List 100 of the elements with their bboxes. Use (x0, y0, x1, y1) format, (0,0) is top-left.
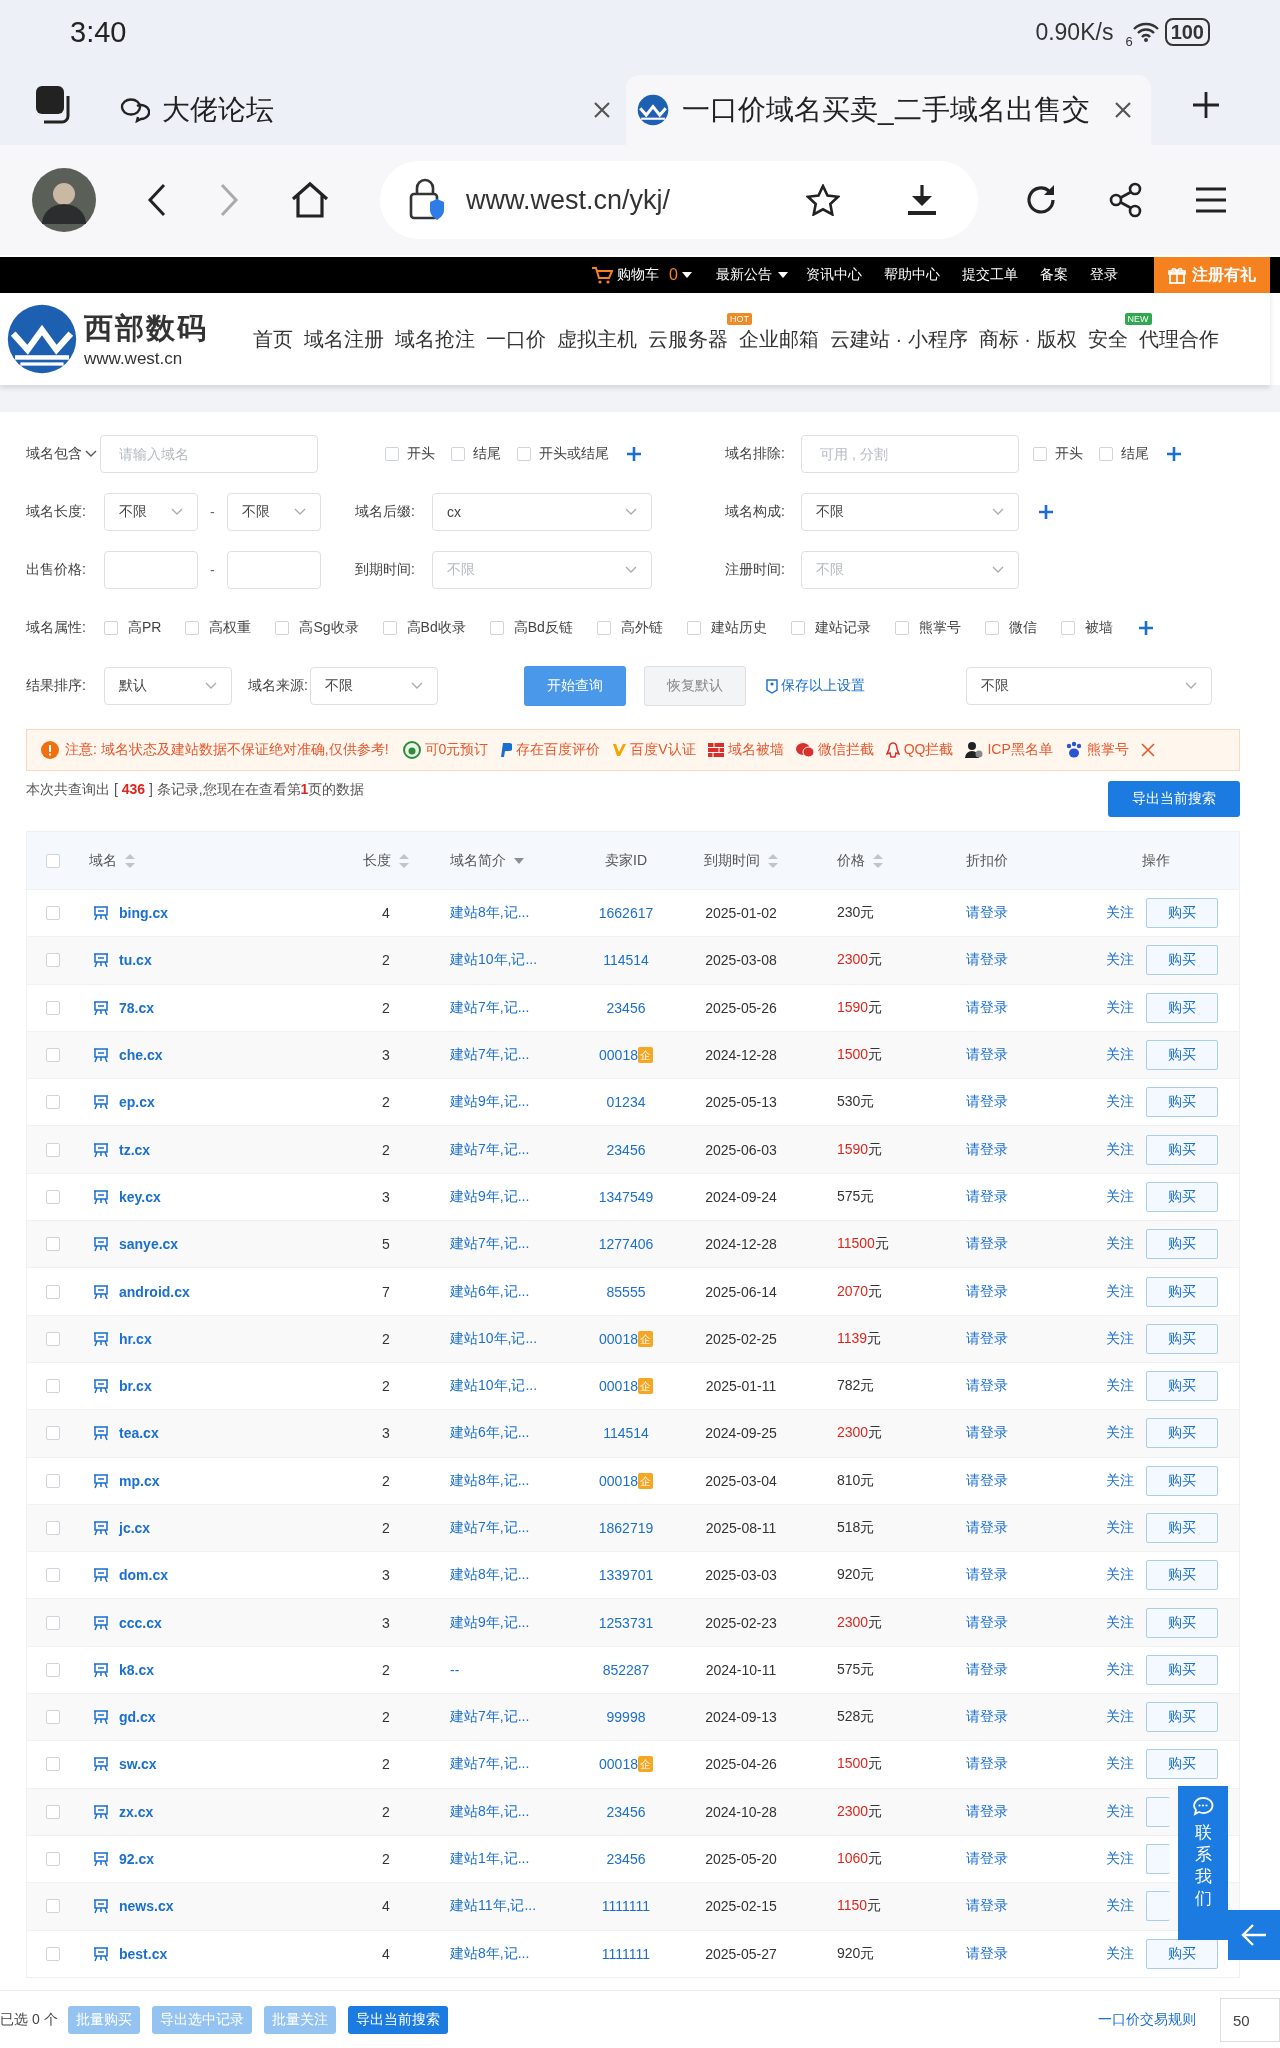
follow-link[interactable]: 关注 (1106, 1424, 1134, 1443)
row-checkbox[interactable] (46, 1048, 60, 1063)
follow-link[interactable]: 关注 (1106, 951, 1134, 970)
login-link[interactable]: 请登录 (966, 1471, 1008, 1490)
rules-link[interactable]: 一口价交易规则 (1098, 2011, 1196, 2029)
buy-button[interactable]: 购买 (1146, 1276, 1218, 1307)
domain-name-link[interactable]: ep.cx (119, 1094, 155, 1111)
follow-link[interactable]: 关注 (1106, 1187, 1134, 1206)
checkbox-option[interactable]: 高Bd收录 (382, 619, 466, 637)
buy-button[interactable]: 购买 (1146, 1938, 1218, 1969)
nav-link[interactable]: 云服务器 (648, 327, 728, 350)
seller-id-link[interactable]: 00018 (599, 1047, 638, 1064)
nav-link[interactable]: 域名抢注 (395, 327, 475, 350)
sort-icon[interactable] (768, 853, 778, 868)
seller-id-link[interactable]: 99998 (606, 1709, 646, 1726)
checkbox-option[interactable]: 开头 (385, 445, 435, 463)
checkbox-option[interactable]: 开头或结尾 (517, 445, 609, 463)
seller-id-link[interactable]: 00018 (599, 1378, 638, 1395)
intro-link[interactable]: 建站7年,记... (450, 1140, 530, 1159)
domain-name-link[interactable]: dom.cx (119, 1567, 168, 1584)
column-header[interactable]: 到期时间 (704, 851, 760, 870)
sort-icon[interactable] (399, 853, 409, 868)
domain-name-link[interactable]: jc.cx (119, 1520, 151, 1536)
intro-link[interactable]: 建站10年,记... (450, 1377, 538, 1396)
intro-link[interactable]: 建站8年,记... (450, 1944, 530, 1963)
follow-link[interactable]: 关注 (1106, 1897, 1134, 1916)
sort-icon[interactable] (125, 853, 135, 868)
intro-link[interactable]: 建站7年,记... (450, 998, 530, 1017)
domain-name-link[interactable]: best.cx (119, 1945, 168, 1962)
intro-link[interactable]: 建站1年,记... (450, 1850, 530, 1869)
follow-link[interactable]: 关注 (1106, 1235, 1134, 1254)
checkbox-option[interactable]: 高Bd反链 (489, 619, 573, 637)
checkbox-option[interactable]: 高权重 (185, 619, 252, 637)
buy-button[interactable] (1146, 1796, 1170, 1827)
back-icon[interactable] (146, 182, 168, 218)
browser-tab[interactable]: 一口价域名买卖_二手域名出售交 (626, 75, 1151, 145)
domain-name-link[interactable]: k8.cx (119, 1661, 155, 1678)
checkbox-option[interactable]: 高Sg收录 (275, 619, 359, 637)
intro-link[interactable]: 建站7年,记... (450, 1235, 530, 1254)
plus-icon[interactable] (1138, 621, 1153, 635)
length-to-select[interactable]: 不限 (226, 493, 321, 531)
login-link[interactable]: 请登录 (966, 1613, 1008, 1632)
login-link[interactable]: 请登录 (966, 951, 1008, 970)
intro-link[interactable]: 建站8年,记... (450, 1802, 530, 1821)
follow-link[interactable]: 关注 (1106, 1944, 1134, 1963)
checkbox-option[interactable]: 建站历史 (686, 619, 767, 637)
follow-link[interactable]: 关注 (1106, 1850, 1134, 1869)
buy-button[interactable]: 购买 (1146, 1134, 1218, 1165)
composition-select[interactable]: 不限 (801, 493, 1019, 531)
seller-id-link[interactable]: 1862719 (598, 1520, 654, 1536)
domain-name-link[interactable]: hr.cx (119, 1330, 152, 1347)
row-checkbox[interactable] (46, 1615, 60, 1630)
domain-name-link[interactable]: sw.cx (119, 1756, 157, 1773)
follow-link[interactable]: 关注 (1106, 1471, 1134, 1490)
domain-name-link[interactable]: tea.cx (119, 1425, 159, 1442)
intro-link[interactable]: 建站7年,记... (450, 1755, 530, 1774)
seller-id-link[interactable]: 1111111 (601, 1945, 651, 1962)
register-button[interactable]: 注册有礼 (1154, 257, 1270, 293)
row-checkbox[interactable] (46, 1095, 60, 1110)
close-icon[interactable] (1140, 743, 1155, 757)
login-link[interactable]: 请登录 (966, 904, 1008, 923)
domain-name-link[interactable]: tz.cx (119, 1141, 151, 1158)
follow-link[interactable]: 关注 (1106, 1140, 1134, 1159)
row-checkbox[interactable] (46, 1710, 60, 1725)
buy-button[interactable]: 购买 (1146, 1371, 1218, 1402)
login-link[interactable]: 请登录 (966, 1566, 1008, 1585)
login-link[interactable]: 请登录 (966, 1140, 1008, 1159)
topbar-link[interactable]: 帮助中心 (884, 266, 940, 284)
seller-id-link[interactable]: 23456 (606, 999, 646, 1016)
intro-link[interactable]: -- (450, 1661, 460, 1678)
follow-link[interactable]: 关注 (1106, 1802, 1134, 1821)
intro-link[interactable]: 建站9年,记... (450, 1187, 530, 1206)
row-checkbox[interactable] (46, 953, 60, 968)
sort-select[interactable]: 默认 (104, 667, 232, 705)
nav-link[interactable]: 安全 (1087, 327, 1128, 350)
save-settings-link[interactable]: 保存以上设置 (765, 677, 966, 695)
contact-widget[interactable]: 联系我们 (1178, 1786, 1228, 1940)
domain-exclude-field[interactable]: 可用 , 分割 (801, 435, 1019, 473)
buy-button[interactable]: 购买 (1146, 1087, 1218, 1118)
login-link[interactable]: 请登录 (966, 1708, 1008, 1727)
buy-button[interactable]: 购买 (1146, 898, 1218, 929)
seller-id-link[interactable]: 1111111 (601, 1898, 651, 1915)
intro-link[interactable]: 建站6年,记... (450, 1282, 530, 1301)
column-header[interactable]: 价格 (837, 851, 865, 870)
follow-link[interactable]: 关注 (1106, 1093, 1134, 1112)
domain-name-link[interactable]: news.cx (119, 1898, 174, 1915)
buy-button[interactable]: 购买 (1146, 1607, 1218, 1638)
buy-button[interactable]: 购买 (1146, 1654, 1218, 1685)
intro-link[interactable]: 建站7年,记... (450, 1519, 530, 1537)
seller-id-link[interactable]: 00018 (599, 1756, 638, 1773)
nav-link[interactable]: 首页 (253, 327, 293, 350)
column-header[interactable]: 域名 (89, 851, 117, 870)
checkbox-option[interactable]: 高PR (104, 619, 162, 637)
domain-name-link[interactable]: zx.cx (119, 1803, 154, 1820)
filter-label[interactable]: 域名包含 (26, 445, 82, 463)
suffix-select[interactable]: cx (432, 493, 652, 531)
row-checkbox[interactable] (46, 1331, 60, 1346)
topbar-link[interactable]: 最新公告 (716, 266, 772, 284)
row-checkbox[interactable] (46, 1852, 60, 1867)
domain-name-link[interactable]: mp.cx (119, 1472, 160, 1489)
